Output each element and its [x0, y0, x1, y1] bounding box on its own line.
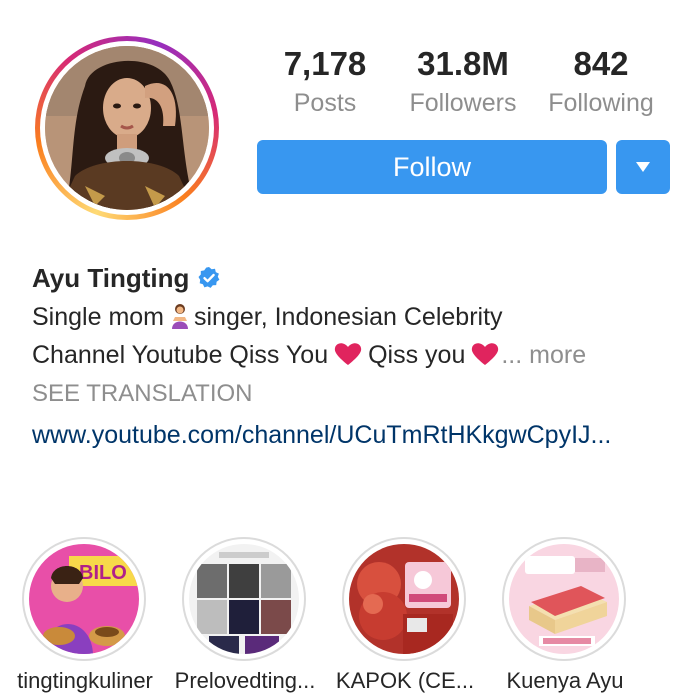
- highlight-ring: BILO: [22, 537, 146, 661]
- svg-text:BILO: BILO: [79, 562, 127, 584]
- follow-button[interactable]: Follow: [257, 140, 607, 194]
- highlight-kapok[interactable]: KAPOK (CE...: [320, 530, 490, 700]
- highlight-prelovedting[interactable]: Prelovedting...: [160, 530, 330, 700]
- bio-text-2a: Channel Youtube Qiss You: [32, 341, 329, 369]
- highlight-label: KAPOK (CE...: [335, 668, 475, 693]
- woman-emoji-icon: [170, 302, 190, 329]
- profile-avatar[interactable]: [45, 46, 209, 210]
- avatar-gap: [40, 41, 214, 215]
- bio-line-1: Single mom singer, Indonesian Celebrity: [32, 298, 682, 336]
- highlight-ring: [342, 537, 466, 661]
- posts-label: Posts: [293, 89, 357, 117]
- bio-text-2b: Qiss you: [368, 341, 466, 369]
- highlight-kuenya-ayu[interactable]: Kuenya Ayu: [480, 530, 650, 700]
- verified-badge-icon: [197, 266, 221, 290]
- avatar-photo: [45, 46, 209, 210]
- profile-stats: 7,178 Posts 31.8M Followers 842 Followin…: [270, 42, 670, 132]
- name-row: Ayu Tingting: [32, 258, 682, 298]
- bio-line-2: Channel Youtube Qiss You Qiss you ... mo…: [32, 336, 682, 374]
- profile-bio: Ayu Tingting Single mom singer, Indonesi…: [32, 258, 682, 456]
- heart-icon: [334, 339, 362, 365]
- posts-stat[interactable]: 7,178 Posts: [270, 42, 380, 120]
- more-link[interactable]: ... more: [501, 341, 586, 369]
- highlight-label: tingtingkuliner: [17, 668, 153, 693]
- story-highlights: BILO tingtingkuliner Prelovedting... KAP…: [0, 530, 700, 700]
- profile-name: Ayu Tingting: [32, 262, 190, 293]
- heart-icon: [471, 339, 499, 365]
- highlight-label: Kuenya Ayu: [506, 668, 624, 693]
- highlight-thumbnail: [189, 544, 299, 654]
- profile-header: 7,178 Posts 31.8M Followers 842 Followin…: [0, 0, 700, 240]
- highlight-label: Prelovedting...: [174, 668, 316, 693]
- profile-avatar-ring[interactable]: [35, 36, 219, 220]
- highlight-thumbnail: [509, 544, 619, 654]
- followers-stat[interactable]: 31.8M Followers: [400, 42, 526, 120]
- highlight-ring: [182, 537, 306, 661]
- bio-text-1b: singer, Indonesian Celebrity: [194, 303, 503, 331]
- posts-count: 7,178: [283, 45, 367, 82]
- highlight-thumbnail: [349, 544, 459, 654]
- followers-count: 31.8M: [417, 45, 509, 82]
- bio-text-1a: Single mom: [32, 303, 164, 331]
- caret-down-icon: [636, 162, 650, 172]
- see-translation-link[interactable]: SEE TRANSLATION: [32, 374, 682, 414]
- website-link[interactable]: www.youtube.com/channel/UCuTmRtHKkgwCpyI…: [32, 414, 682, 456]
- suggested-accounts-button[interactable]: [616, 140, 670, 194]
- highlight-tingtingkuliner[interactable]: BILO tingtingkuliner: [0, 530, 170, 700]
- following-stat[interactable]: 842 Following: [542, 42, 660, 120]
- highlight-thumbnail: BILO: [29, 544, 139, 654]
- highlight-ring: [502, 537, 626, 661]
- following-label: Following: [548, 89, 654, 117]
- followers-label: Followers: [409, 89, 517, 117]
- following-count: 842: [573, 45, 629, 82]
